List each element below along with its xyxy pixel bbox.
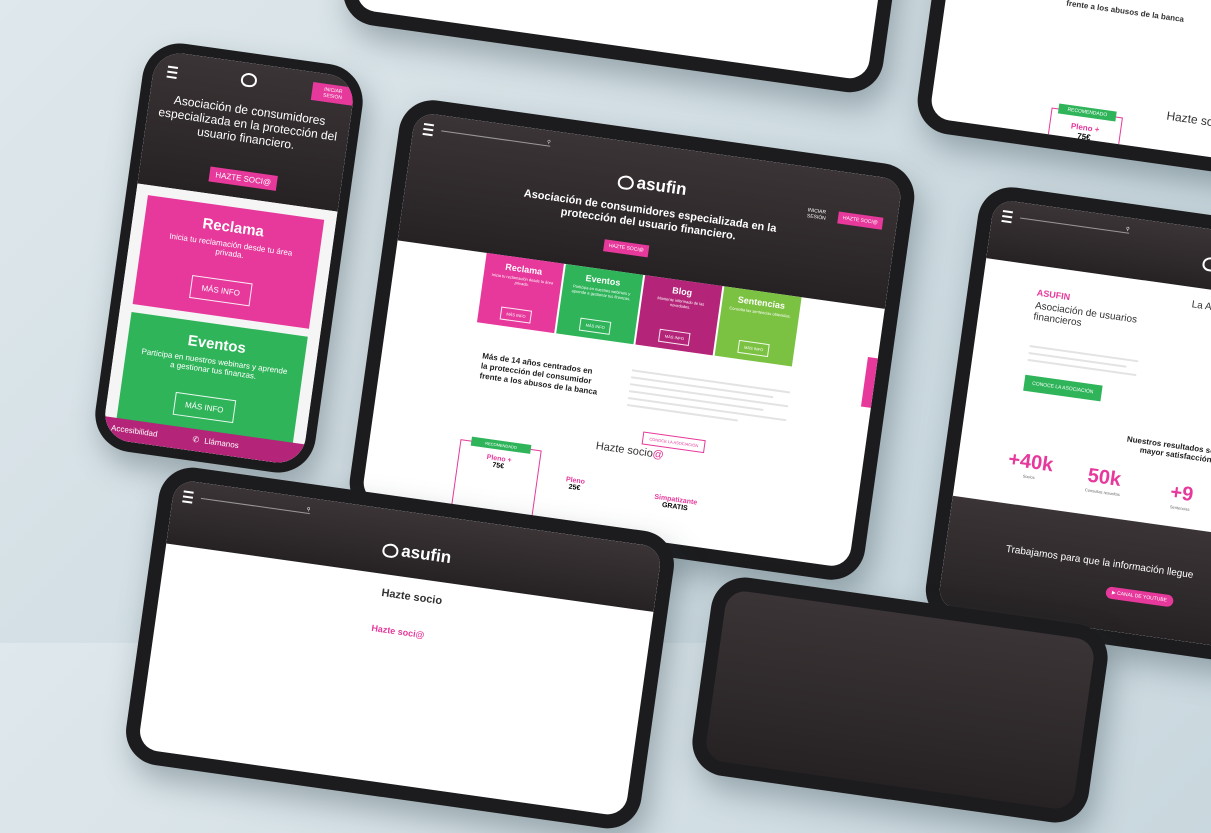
- center-tablet-screen: ⚲ asufin INICIAR SESIÓN HAZTE SOCI@ Asoc…: [361, 111, 903, 569]
- phone-card-eventos-button[interactable]: MÁS INFO: [172, 391, 236, 424]
- phone-hero-title: Asociación de consumidores especializada…: [157, 92, 338, 152]
- top-right-plan2-price: 25€: [1163, 162, 1179, 173]
- right-tablet-brand: ASUFIN: [1036, 287, 1071, 303]
- top-right-heading: frente a los abusos de la banca: [1065, 0, 1185, 25]
- tablet-logo-icon: [617, 174, 635, 191]
- bottom-tablet-screen: ⚲ asufin Hazte socio Hazte soci@: [137, 479, 663, 817]
- tablet-card-blog-button[interactable]: MÁS INFO: [658, 328, 691, 347]
- top-tablet: [338, 0, 917, 97]
- tablet-about-text: [626, 364, 791, 433]
- phone: INICIAR SESIÓN Asociación de consumidore…: [90, 38, 368, 478]
- right-tablet-subtitle: Asociación de usuarios financieros: [1032, 300, 1138, 329]
- tablet-header-cta[interactable]: HAZTE SOCI@: [837, 211, 884, 230]
- right-tablet-logo: asufin: [1201, 252, 1211, 281]
- bottom-tablet-search-input[interactable]: ⚲: [200, 491, 311, 515]
- right-tablet-bottom-text: Trabajamos para que la información llegu…: [1005, 543, 1195, 581]
- menu-icon[interactable]: [166, 65, 179, 79]
- phone-card-reclama[interactable]: Reclama Inicia tu reclamación desde tu á…: [132, 195, 325, 329]
- phone-screen: INICIAR SESIÓN Asociación de consumidore…: [101, 49, 357, 467]
- right-tablet-text: [1027, 340, 1140, 381]
- accessibility-link[interactable]: Accesibilidad: [111, 423, 159, 438]
- right-tablet-search-icon[interactable]: ⚲: [1126, 226, 1130, 232]
- tablet-plan-pleno[interactable]: Pleno 25€: [564, 476, 585, 493]
- tablet-card-reclama[interactable]: Reclama Inicia tu reclamación desde tu á…: [476, 252, 564, 334]
- bottom-tablet-search-icon[interactable]: ⚲: [306, 507, 310, 513]
- stat-sentencias: +9 Sentencias: [1168, 481, 1195, 512]
- tablet-login[interactable]: INICIAR SESIÓN: [807, 207, 834, 223]
- phone-content: Reclama Inicia tu reclamación desde tu á…: [101, 183, 338, 467]
- bottom-tablet-menu-icon[interactable]: [182, 490, 194, 504]
- right-tablet-button[interactable]: CONOCE LA ASOCIACIÓN: [1023, 374, 1103, 402]
- right-tablet-screen: ⚲ asufin La Asoc ASUFIN Asociación de us…: [937, 198, 1211, 662]
- phone-hero-cta[interactable]: HAZTE SOCI@: [208, 166, 279, 191]
- top-right-tablet: frente a los abusos de la banca Hazte so…: [913, 0, 1211, 188]
- logo-icon: [240, 70, 261, 90]
- tablet-logo: asufin: [617, 171, 688, 200]
- stat-socios: +40k Socios: [1006, 448, 1055, 480]
- bottom-tablet-logo-icon: [381, 542, 400, 559]
- tablet-plan-badge: RECOMENDADO: [470, 436, 532, 454]
- right-tablet-results-heading: Nuestros resultados son n mayor satisfac…: [1126, 434, 1211, 465]
- top-tablet-screen: [354, 0, 901, 81]
- right-tablet-header: ⚲ asufin: [986, 198, 1211, 313]
- right-tablet-search-input[interactable]: ⚲: [1020, 211, 1130, 234]
- tablet-card-eventos-button[interactable]: MÁS INFO: [578, 317, 612, 335]
- tablet-search-icon[interactable]: ⚲: [547, 139, 551, 145]
- right-tablet-section-title: La Asoc: [1190, 299, 1211, 316]
- call-link[interactable]: Llámanos: [204, 436, 240, 450]
- tablet-about-heading: Más de 14 años centrados en la protecció…: [478, 351, 598, 397]
- right-tablet: ⚲ asufin La Asoc ASUFIN Asociación de us…: [921, 182, 1211, 678]
- tablet-menu-icon[interactable]: [422, 122, 435, 137]
- bottom-tablet-logo: asufin: [381, 539, 452, 568]
- right-tablet-menu-icon[interactable]: [1001, 210, 1013, 224]
- top-right-plan2-name: Pleno: [1165, 153, 1188, 166]
- bottom-right-screen: [703, 588, 1097, 812]
- stat-consultas: 50k Consultas resueltas: [1084, 464, 1123, 498]
- tablet-card-sentencias-button[interactable]: MÁS INFO: [737, 339, 771, 358]
- tablet-card-reclama-button[interactable]: MÁS INFO: [499, 306, 533, 324]
- tablet-search-input[interactable]: ⚲: [441, 124, 552, 147]
- tablet-plan-simpatizante[interactable]: Simpatizante GRATIS: [653, 494, 698, 514]
- phone-icon: ✆: [191, 434, 200, 445]
- top-right-hazte-label: Hazte soci@: [1165, 108, 1211, 133]
- youtube-button[interactable]: ▶ CANAL DE YOUTUBE: [1105, 586, 1174, 608]
- login-button[interactable]: INICIAR SESIÓN: [310, 82, 355, 106]
- tablet-card-eventos[interactable]: Eventos Participa en nuestros webinars y…: [556, 264, 644, 345]
- top-right-badge: RECOMENDADO: [1057, 103, 1117, 122]
- tablet-card-blog[interactable]: Blog Mantente informado de las novedades…: [635, 275, 723, 356]
- right-tablet-logo-icon: [1201, 255, 1211, 272]
- bottom-tablet-title: Hazte socio: [380, 586, 443, 608]
- tablet-hero-cta[interactable]: HAZTE SOCI@: [603, 239, 650, 258]
- top-right-screen: frente a los abusos de la banca Hazte so…: [929, 0, 1211, 173]
- tablet-side-contact-tab[interactable]: [860, 357, 878, 408]
- top-right-plan-card[interactable]: RECOMENDADO Pleno + 75€: [1043, 103, 1123, 173]
- bottom-tablet-sub: Hazte soci@: [370, 622, 426, 641]
- tablet-card-sentencias[interactable]: Sentencias Consulta las sentencias obten…: [714, 286, 802, 367]
- phone-card-reclama-button[interactable]: MÁS INFO: [189, 275, 253, 307]
